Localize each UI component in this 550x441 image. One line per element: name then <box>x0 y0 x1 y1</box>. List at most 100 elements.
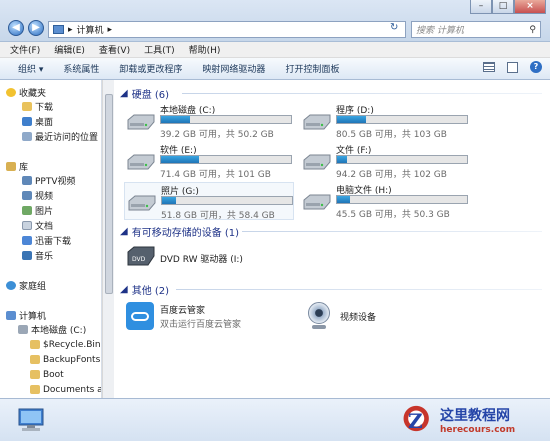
drive-usage-bar <box>336 155 468 164</box>
sidebar-folder-backupfonts[interactable]: BackupFonts <box>30 353 100 366</box>
collapse-arrow-icon: ◢ <box>120 284 128 295</box>
menu-view[interactable]: 查看(V) <box>99 43 130 56</box>
sidebar-item-pptv[interactable]: PPTV视频 <box>22 174 76 187</box>
section-removable[interactable]: ◢ 有可移动存储的设备 (1) <box>120 224 239 239</box>
sidebar-scrollbar[interactable] <box>102 80 114 398</box>
drive-space: 71.4 GB 可用，共 101 GB <box>160 170 271 180</box>
sidebar-libraries[interactable]: 库 <box>6 160 28 173</box>
hard-drive-icon <box>18 325 28 334</box>
drive-d[interactable]: 程序 (D:) 80.5 GB 可用，共 103 GB <box>300 102 470 140</box>
drive-e[interactable]: 软件 (E:) 71.4 GB 可用，共 101 GB <box>124 142 294 180</box>
drive-h[interactable]: 电脑文件 (H:) 45.5 GB 可用，共 50.3 GB <box>300 182 470 220</box>
watermark-title: 这里教程网 <box>440 407 510 424</box>
drive-space: 80.5 GB 可用，共 103 GB <box>336 130 447 140</box>
sidebar-item-label: 图片 <box>35 207 54 217</box>
view-controls: ? <box>483 61 542 73</box>
section-divider <box>182 93 542 94</box>
sidebar-item-recent[interactable]: 最近访问的位置 <box>22 130 98 143</box>
sidebar-item-pictures[interactable]: 图片 <box>22 204 53 217</box>
system-properties-button[interactable]: 系统属性 <box>63 62 99 75</box>
sidebar-computer-label: 计算机 <box>19 312 47 322</box>
section-hard-disks[interactable]: ◢ 硬盘 (6) <box>120 86 169 101</box>
baidu-cloud-item[interactable]: 百度云管家 双击运行百度云管家 <box>124 300 294 334</box>
scrollbar-thumb[interactable] <box>105 94 113 294</box>
watermark-logo-icon: Z <box>400 404 436 435</box>
sidebar-item-local-disk[interactable]: 本地磁盘 (C:) <box>18 323 86 336</box>
drive-usage-fill <box>337 116 366 123</box>
sidebar-item-label: $Recycle.Bin <box>43 339 101 350</box>
sidebar-folder-documents[interactable]: Documents and <box>30 383 101 396</box>
maximize-button[interactable]: □ <box>492 0 514 14</box>
content-pane: ◢ 硬盘 (6) 本地磁盘 (C:) 39.2 GB 可用，共 50.2 GB … <box>114 80 550 398</box>
recent-places-icon <box>22 132 32 141</box>
hard-drive-icon <box>303 114 331 130</box>
sidebar-item-videos[interactable]: 视频 <box>22 189 53 202</box>
minimize-button[interactable]: – <box>470 0 492 14</box>
back-button[interactable]: ◀ <box>8 20 24 36</box>
star-icon <box>6 88 16 97</box>
forward-button[interactable]: ▶ <box>28 20 44 36</box>
search-placeholder: 搜索 计算机 <box>416 26 464 36</box>
sidebar-item-desktop[interactable]: 桌面 <box>22 115 53 128</box>
video-library-icon <box>22 191 32 200</box>
section-other[interactable]: ◢ 其他 (2) <box>120 282 169 297</box>
help-icon[interactable]: ? <box>530 61 542 73</box>
menu-tools[interactable]: 工具(T) <box>144 43 175 56</box>
section-title: 其他 (2) <box>131 286 170 297</box>
forward-arrow-icon: ▶ <box>32 22 40 33</box>
sidebar-folder-recycle[interactable]: $Recycle.Bin <box>30 338 101 351</box>
desktop-icon <box>22 117 32 126</box>
section-title: 硬盘 (6) <box>131 90 170 101</box>
sidebar-item-music[interactable]: 音乐 <box>22 249 53 262</box>
preview-pane-icon[interactable] <box>507 61 518 73</box>
video-device-item[interactable]: 视频设备 <box>304 300 434 334</box>
drive-usage-fill <box>337 196 350 203</box>
search-icon[interactable]: ⚲ <box>529 25 536 35</box>
sidebar-item-thunder-downloads[interactable]: 迅雷下载 <box>22 234 71 247</box>
drive-usage-fill <box>162 197 177 204</box>
drive-g[interactable]: 照片 (G:) 51.8 GB 可用，共 58.4 GB <box>124 182 294 221</box>
address-bar[interactable]: ▸ 计算机 ▸ <box>48 21 406 38</box>
sidebar-item-label: BackupFonts <box>43 354 101 365</box>
sidebar-computer[interactable]: 计算机 <box>6 309 46 322</box>
close-button[interactable]: × <box>514 0 546 14</box>
drive-c[interactable]: 本地磁盘 (C:) 39.2 GB 可用，共 50.2 GB <box>124 102 294 140</box>
change-view-icon[interactable] <box>483 62 495 72</box>
sidebar-item-label: 视频 <box>35 192 54 202</box>
sidebar-folder-boot[interactable]: Boot <box>30 368 64 381</box>
dvd-drive-name: DVD RW 驱动器 (I:) <box>160 255 243 265</box>
refresh-button[interactable]: ↻ <box>390 22 398 33</box>
hard-drive-icon <box>127 154 155 170</box>
breadcrumb-computer[interactable]: 计算机 <box>77 23 104 36</box>
uninstall-program-button[interactable]: 卸载或更改程序 <box>119 62 182 75</box>
sidebar-item-documents[interactable]: 文档 <box>22 219 53 232</box>
webcam-stand-icon <box>312 325 326 329</box>
breadcrumb-separator-icon: ▸ <box>68 24 73 35</box>
search-input[interactable]: 搜索 计算机 ⚲ <box>411 21 541 38</box>
drive-usage-bar <box>336 195 468 204</box>
sidebar-homegroup[interactable]: 家庭组 <box>6 279 46 292</box>
baidu-cloud-icon <box>126 302 154 330</box>
folder-icon <box>30 340 40 349</box>
hard-drive-icon <box>303 154 331 170</box>
organize-button[interactable]: 组织 ▾ <box>18 62 43 75</box>
map-network-drive-button[interactable]: 映射网络驱动器 <box>202 62 265 75</box>
menu-file[interactable]: 文件(F) <box>10 43 40 56</box>
sidebar-favorites[interactable]: 收藏夹 <box>6 86 46 99</box>
drive-space: 94.2 GB 可用，共 102 GB <box>336 170 447 180</box>
drive-usage-fill <box>161 116 190 123</box>
menu-edit[interactable]: 编辑(E) <box>54 43 85 56</box>
video-device-name: 视频设备 <box>340 313 377 323</box>
command-bar: 组织 ▾ 系统属性 卸载或更改程序 映射网络驱动器 打开控制面板 ? <box>0 58 550 80</box>
library-icon <box>6 162 16 171</box>
sidebar-item-label: 文档 <box>35 222 54 232</box>
hard-drive-icon <box>128 195 156 211</box>
drive-usage-bar <box>336 115 468 124</box>
sidebar-item-label: 本地磁盘 (C:) <box>31 326 87 336</box>
menu-help[interactable]: 帮助(H) <box>189 43 221 56</box>
watermark-text: 这里教程网 herecours.com <box>440 405 515 435</box>
drive-f[interactable]: 文件 (F:) 94.2 GB 可用，共 102 GB <box>300 142 470 180</box>
open-control-panel-button[interactable]: 打开控制面板 <box>285 62 339 75</box>
dvd-drive[interactable]: DVD DVD RW 驱动器 (I:) <box>124 242 284 272</box>
sidebar-item-downloads[interactable]: 下载 <box>22 100 53 113</box>
